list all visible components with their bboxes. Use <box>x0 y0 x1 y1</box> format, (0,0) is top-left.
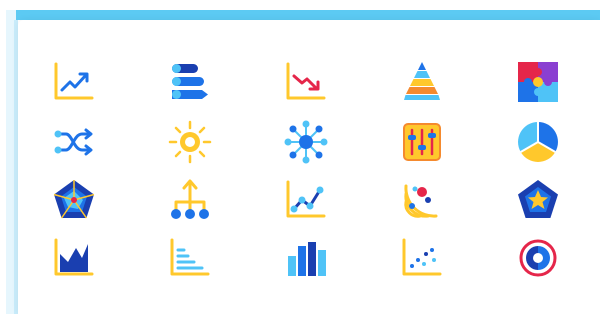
pyramid-chart-icon <box>398 58 446 106</box>
donut-chart-icon <box>514 234 562 282</box>
stepped-bars-icon <box>166 234 214 282</box>
frame-top-accent <box>6 10 600 20</box>
puzzle-icon <box>514 58 562 106</box>
icon-grid <box>18 20 600 314</box>
hierarchy-tree-icon <box>166 176 214 224</box>
pie-chart-icon <box>514 118 562 166</box>
horizontal-bars-icon <box>166 58 214 106</box>
scatter-plot-icon <box>398 234 446 282</box>
shuffle-arrows-icon <box>50 118 98 166</box>
pentagon-radar-icon <box>50 176 98 224</box>
trend-up-chart-icon <box>50 58 98 106</box>
line-chart-icon <box>282 176 330 224</box>
trend-down-chart-icon <box>282 58 330 106</box>
column-chart-icon <box>282 234 330 282</box>
pentagon-star-icon <box>514 176 562 224</box>
area-chart-icon <box>50 234 98 282</box>
network-hub-icon <box>282 118 330 166</box>
sliders-panel-icon <box>398 118 446 166</box>
radar-sweep-icon <box>398 176 446 224</box>
top-strip <box>0 0 600 8</box>
sun-burst-icon <box>166 118 214 166</box>
